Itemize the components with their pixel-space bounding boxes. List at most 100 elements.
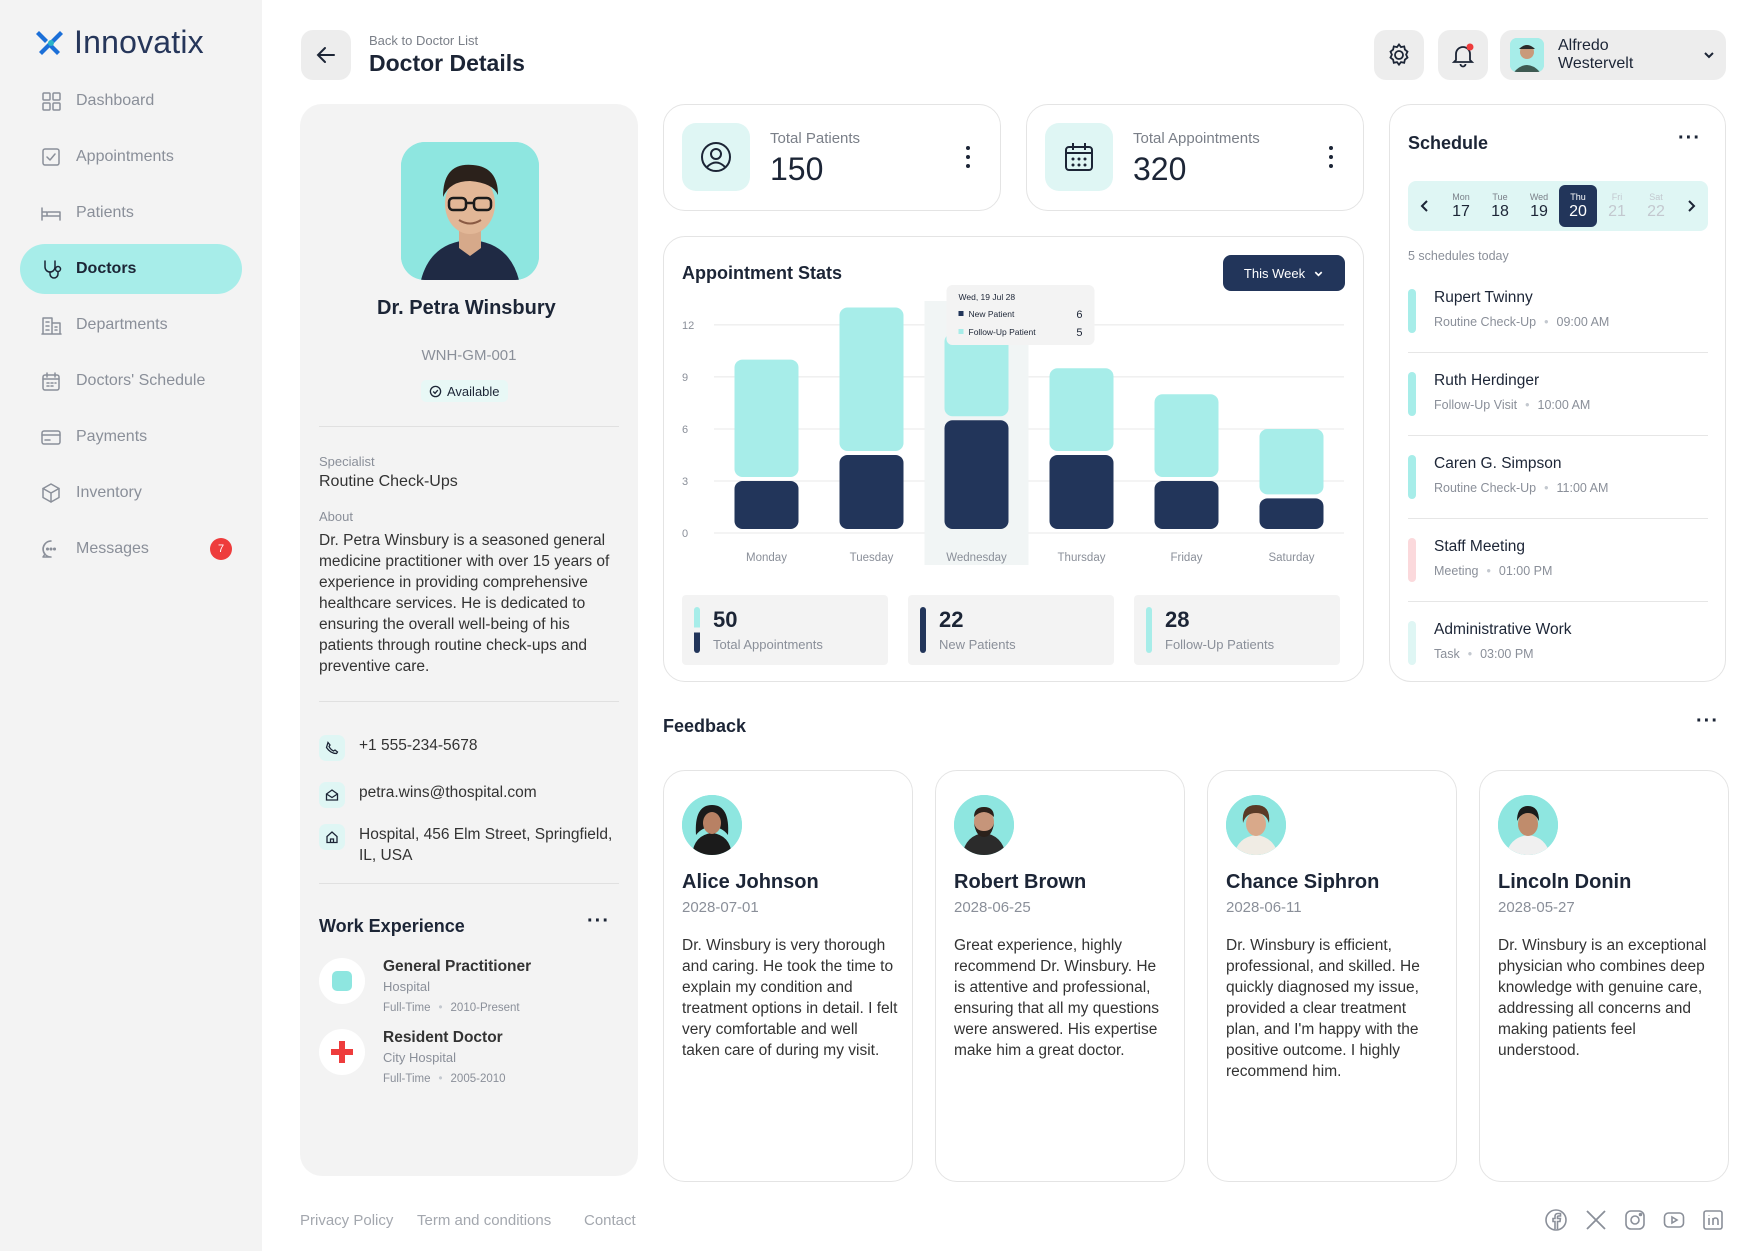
specialist-value: Routine Check-Ups [319, 473, 458, 490]
x-tick-label: Wednesday [946, 552, 1007, 564]
sidebar-item-payments[interactable]: Payments [20, 412, 242, 462]
bar-follow-up-patient[interactable] [1154, 394, 1219, 477]
schedule-card: Schedule ··· Mon 17 Tue 18 Wed 19 Thu 20 Fri 21 Sa… [1389, 104, 1726, 682]
breadcrumb[interactable]: Back to Doctor List [369, 33, 478, 48]
chevron-right-icon[interactable] [1684, 198, 1698, 214]
address-text: Hospital, 456 Elm Street, Springfield, I… [359, 826, 613, 864]
schedule-item[interactable]: Administrative Work Task • 03:00 PM [1408, 613, 1708, 685]
summary-tile: 22 New Patients [908, 595, 1114, 665]
youtube-icon[interactable] [1662, 1208, 1686, 1232]
employment-type: Full-Time [383, 1002, 431, 1014]
footer-link[interactable]: Privacy Policy [300, 1212, 393, 1229]
work-experience-title: Work Experience [319, 916, 465, 936]
sidebar-item-doctors-schedule[interactable]: Doctors' Schedule [20, 356, 242, 406]
bar-new-patient[interactable] [839, 454, 904, 529]
work-experience-item: Resident Doctor City Hospital Full-Time •… [319, 1029, 506, 1085]
x-twitter-icon[interactable] [1584, 1208, 1608, 1232]
gear-icon [1389, 43, 1409, 67]
divider [319, 883, 619, 884]
employment-meta: Full-Time • 2010-Present [383, 1002, 520, 1014]
day-number: 21 [1608, 203, 1626, 220]
calendar-icon [42, 372, 60, 391]
summary-tile: 50 Total Appointments [682, 595, 888, 665]
reviewer-avatar [682, 795, 742, 855]
sidebar-item-departments[interactable]: Departments [20, 300, 242, 350]
back-button[interactable] [301, 30, 351, 80]
divider [1408, 435, 1708, 436]
vertical-dots-icon[interactable] [1329, 145, 1333, 169]
sidebar-item-label: Payments [76, 428, 148, 445]
review-date: 2028-07-01 [682, 899, 759, 916]
user-menu[interactable]: Alfredo Westervelt [1500, 30, 1726, 80]
bar-follow-up-patient[interactable] [734, 359, 799, 477]
settings-button[interactable] [1374, 30, 1424, 80]
date-tue[interactable]: Tue 18 [1481, 185, 1519, 227]
date-wed[interactable]: Wed 19 [1520, 185, 1558, 227]
summary-label: Follow-Up Patients [1165, 637, 1275, 652]
about-text: Dr. Petra Winsbury is a seasoned general… [319, 532, 610, 675]
bar-follow-up-patient[interactable] [1049, 368, 1114, 451]
bar-new-patient[interactable] [1154, 480, 1219, 529]
schedule-item[interactable]: Rupert Twinny Routine Check-Up • 09:00 AM [1408, 281, 1708, 353]
sidebar-item-label: Messages [76, 540, 149, 557]
role: Resident Doctor [383, 1029, 503, 1046]
date-thu[interactable]: Thu 20 [1559, 185, 1597, 227]
period: 2010-Present [450, 1002, 520, 1014]
chart-tooltip: Wed, 19 Jul 28 New Patient 6 Follow-Up Pati… [946, 285, 1095, 345]
sidebar-item-dashboard[interactable]: Dashboard [20, 76, 242, 126]
app-logo[interactable]: Innovatix [36, 24, 204, 61]
bar-follow-up-patient[interactable] [1259, 428, 1324, 495]
x-tick-label: Saturday [1268, 552, 1314, 564]
sidebar-item-appointments[interactable]: Appointments [20, 132, 242, 182]
schedule-meta: Follow-Up Visit • 10:00 AM [1434, 398, 1591, 412]
facebook-icon[interactable] [1544, 1208, 1568, 1232]
date-sat[interactable]: Sat 22 [1637, 185, 1675, 227]
bar-new-patient[interactable] [734, 480, 799, 529]
linkedin-icon[interactable] [1701, 1208, 1725, 1232]
legend-bar [1146, 607, 1152, 653]
chevron-left-icon[interactable] [1418, 198, 1432, 214]
sidebar-item-patients[interactable]: Patients [20, 188, 242, 238]
instagram-icon[interactable] [1623, 1208, 1647, 1232]
schedule-item[interactable]: Staff Meeting Meeting • 01:00 PM [1408, 530, 1708, 602]
email-row[interactable]: petra.wins@thospital.com [319, 782, 629, 808]
bar-follow-up-patient[interactable] [944, 333, 1009, 417]
summary-value: 22 [939, 607, 964, 632]
y-tick-label: 6 [682, 424, 688, 436]
schedule-color-bar [1408, 372, 1416, 416]
summary-label: New Patients [939, 637, 1016, 652]
footer-link[interactable]: Term and conditions [417, 1212, 551, 1229]
date-fri[interactable]: Fri 21 [1598, 185, 1636, 227]
more-icon[interactable]: ··· [1678, 127, 1701, 150]
more-icon[interactable]: ··· [1696, 710, 1719, 733]
bar-new-patient[interactable] [944, 420, 1009, 529]
day-number: 20 [1569, 203, 1587, 220]
bed-icon [41, 207, 61, 221]
vertical-dots-icon[interactable] [966, 145, 970, 169]
sidebar-item-inventory[interactable]: Inventory [20, 468, 242, 518]
sidebar-item-messages[interactable]: Messages 7 [20, 524, 242, 574]
bar-new-patient[interactable] [1259, 498, 1324, 529]
schedule-item[interactable]: Ruth Herdinger Follow-Up Visit • 10:00 AM [1408, 364, 1708, 436]
employment-type: Full-Time [383, 1073, 431, 1085]
date-mon[interactable]: Mon 17 [1442, 185, 1480, 227]
sidebar-item-doctors[interactable]: Doctors [20, 244, 242, 294]
schedule-type: Meeting [1434, 564, 1479, 578]
work-experience-item: General Practitioner Hospital Full-Time •… [319, 958, 531, 1014]
bar-follow-up-patient[interactable] [839, 307, 904, 451]
feedback-title: Feedback [663, 716, 747, 736]
footer-link[interactable]: Contact [584, 1212, 636, 1229]
notifications-button[interactable] [1438, 30, 1488, 80]
review-text: Dr. Winsbury is efficient, professional,… [1226, 937, 1420, 1080]
period-label: This Week [1243, 265, 1306, 281]
schedule-item[interactable]: Caren G. Simpson Routine Check-Up • 11:00 … [1408, 447, 1708, 519]
schedule-time: 09:00 AM [1556, 315, 1610, 329]
bar-new-patient[interactable] [1049, 454, 1114, 529]
more-icon[interactable]: ··· [587, 910, 610, 933]
doctor-name: Dr. Petra Winsbury [377, 297, 556, 319]
grid-icon [42, 92, 61, 111]
phone-row[interactable]: +1 555-234-5678 [319, 735, 629, 761]
about-label: About [319, 509, 353, 524]
divider [1408, 601, 1708, 602]
feedback-card: Robert Brown 2028-06-25 Great experience… [935, 770, 1185, 1182]
